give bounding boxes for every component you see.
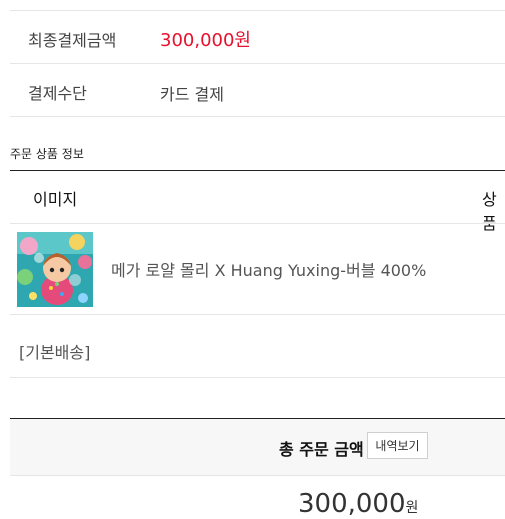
total-amount-unit: 원 bbox=[405, 500, 419, 516]
final-amount-value: 300,000원 bbox=[160, 30, 251, 51]
product-image bbox=[17, 232, 93, 307]
column-header-image: 이미지 bbox=[33, 190, 78, 209]
divider bbox=[10, 223, 505, 224]
section-title-order-products: 주문 상품 정보 bbox=[10, 147, 84, 161]
shipping-group-label: [기본배송] bbox=[19, 343, 91, 362]
view-details-button[interactable]: 내역보기 bbox=[367, 432, 428, 459]
divider bbox=[10, 10, 505, 11]
divider bbox=[10, 475, 505, 476]
total-amount-value: 300,000 bbox=[298, 489, 406, 519]
divider bbox=[10, 63, 505, 64]
total-amount: 300,000원 bbox=[298, 489, 418, 519]
total-order-amount-label: 총 주문 금액 bbox=[279, 440, 364, 459]
payment-method-value: 카드 결제 bbox=[160, 85, 224, 104]
divider bbox=[10, 377, 505, 378]
divider bbox=[10, 116, 505, 117]
product-name-link[interactable]: 메가 로얄 몰리 X Huang Yuxing-버블 400% bbox=[111, 257, 426, 281]
payment-method-label: 결제수단 bbox=[28, 84, 87, 103]
table-top-border bbox=[10, 170, 505, 171]
total-bar bbox=[10, 419, 505, 475]
product-thumbnail[interactable] bbox=[17, 232, 93, 307]
column-header-product: 상품 bbox=[482, 190, 497, 233]
final-amount-label: 최종결제금액 bbox=[28, 31, 117, 50]
divider bbox=[10, 314, 505, 315]
